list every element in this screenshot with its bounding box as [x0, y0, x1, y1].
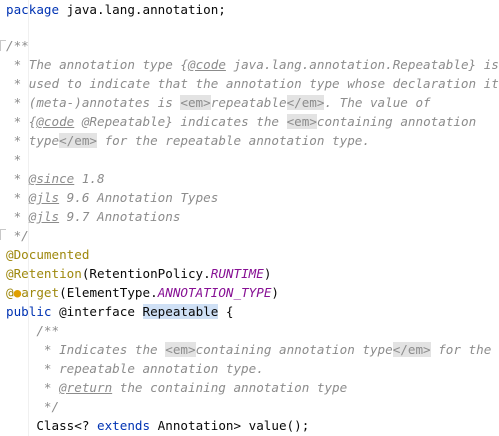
code-line-method[interactable]: Class<? extends Annotation> value();: [6, 416, 309, 435]
doc-line: * Indicates the <em>containing annotatio…: [6, 342, 492, 357]
doc-line: * @since 1.8: [6, 171, 105, 186]
code-line-retention[interactable]: @Retention(RetentionPolicy.RUNTIME): [6, 264, 271, 283]
code-editor[interactable]: { "editor": { "package_kw": "package", "…: [0, 0, 499, 436]
doc-line: */: [6, 228, 29, 243]
doc-line: /**: [6, 323, 60, 338]
doc-line: * repeatable annotation type.: [6, 361, 264, 376]
doc-line: * type</em> for the repeatable annotatio…: [6, 133, 370, 148]
doc-line: * @return the containing annotation type: [6, 380, 348, 395]
doc-line: * used to indicate that the annotation t…: [6, 76, 499, 91]
code-line-documented[interactable]: @Documented: [6, 245, 89, 264]
doc-line: * The annotation type {@code java.lang.a…: [6, 57, 499, 72]
doc-line: * {@code @Repeatable} indicates the <em>…: [6, 114, 477, 129]
code-line-package[interactable]: package java.lang.annotation;: [6, 0, 226, 19]
doc-line: /**: [6, 38, 29, 53]
code-line-declaration[interactable]: public @interface Repeatable {: [6, 302, 234, 321]
doc-line: * @jls 9.7 Annotations: [6, 209, 181, 224]
code-line-target[interactable]: @●arget(ElementType.ANNOTATION_TYPE): [6, 283, 279, 302]
class-name-selected: Repeatable: [142, 304, 219, 319]
doc-line: * @jls 9.6 Annotation Types: [6, 190, 219, 205]
doc-line: *: [6, 152, 22, 167]
doc-line: */: [6, 399, 60, 414]
doc-line: * (meta-)annotates is <em>repeatable</em…: [6, 95, 431, 110]
package-name: java.lang.annotation;: [59, 2, 226, 17]
keyword-package: package: [6, 2, 60, 17]
